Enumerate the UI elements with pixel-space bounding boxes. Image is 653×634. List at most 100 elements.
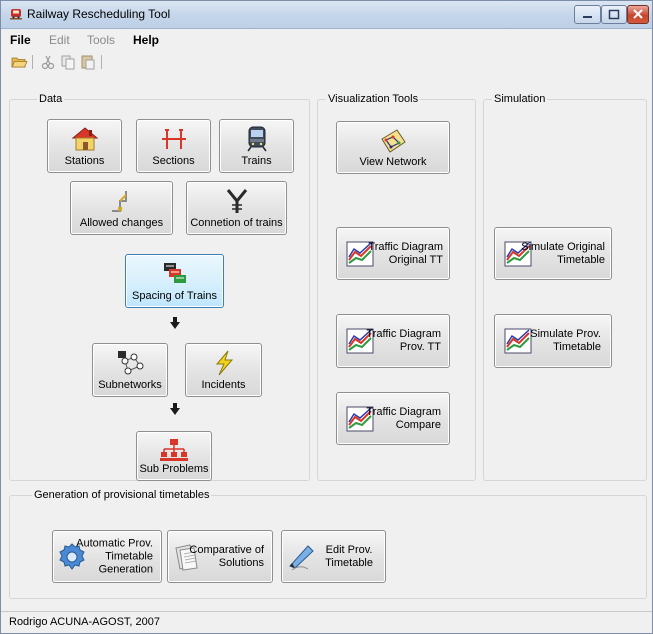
main-window: Railway Rescheduling Tool File Edit Tool… [0,0,653,634]
incidents-button[interactable]: Incidents [185,343,262,397]
trains-button[interactable]: Trains [219,119,294,173]
house-icon [71,127,98,151]
maximize-button[interactable] [601,5,627,24]
visualization-group: Visualization Tools View Network Traffic… [317,93,476,481]
window-title: Railway Rescheduling Tool [27,7,171,21]
minimize-button[interactable] [574,5,601,24]
paste-icon[interactable] [79,53,97,71]
view-network-button[interactable]: View Network [336,121,450,174]
lightning-icon [215,350,233,376]
stations-label: Stations [64,155,105,167]
edit-prov-timetable-label: Edit Prov. Timetable [325,544,373,570]
train-front-icon [246,126,267,152]
menu-help[interactable]: Help [133,33,159,47]
incidents-label: Incidents [201,379,246,391]
line-chart-icon [504,328,532,354]
client-area: Data Stations Sections Trains Allowed ch… [9,85,647,605]
sub-problems-button[interactable]: Sub Problems [136,431,212,481]
track-section-icon [161,129,186,149]
stations-button[interactable]: Stations [47,119,122,173]
label-line: Automatic Prov. [76,537,153,549]
label-line: Generation [98,563,153,575]
traffic-diagram-compare-button[interactable]: Traffic Diagram Compare [336,392,450,445]
label-line: Timetable [553,341,601,353]
visualization-group-title: Visualization Tools [326,93,421,105]
traffic-diagram-original-label: Traffic Diagram Original TT [368,241,443,267]
track-switch-icon [111,191,127,212]
data-group-title: Data [37,93,65,105]
spacing-of-trains-label: Spacing of Trains [132,290,217,302]
minimize-icon [583,16,592,18]
close-icon [633,9,643,19]
comparative-of-solutions-button[interactable]: Comparative of Solutions [167,530,273,583]
subnetworks-button[interactable]: Subnetworks [92,343,168,397]
connection-of-trains-button[interactable]: Connetion of trains [186,181,287,235]
edit-prov-timetable-button[interactable]: Edit Prov. Timetable [281,530,386,583]
label-line: Original TT [388,253,443,266]
label-line: Simulate Original [521,240,605,253]
edit-pencil-icon [289,544,314,570]
close-button[interactable] [627,5,649,24]
network-map-icon [381,129,406,153]
menu-bar: File Edit Tools Help [1,30,652,50]
label-line: Compare [395,418,441,431]
hierarchy-icon [160,439,188,461]
sub-problems-label: Sub Problems [139,463,209,475]
title-bar: Railway Rescheduling Tool [1,1,652,29]
allowed-changes-label: Allowed changes [79,217,164,229]
connection-of-trains-label: Connetion of trains [190,217,283,229]
sections-button[interactable]: Sections [136,119,211,173]
maximize-icon [608,9,620,20]
arrow-down-icon [170,403,180,415]
menu-edit[interactable]: Edit [49,33,70,47]
toolbar-separator [32,55,33,69]
allowed-changes-button[interactable]: Allowed changes [70,181,173,235]
network-graph-icon [118,351,144,375]
schedule-clock-icon [163,263,186,283]
cut-icon[interactable] [39,53,57,71]
label-line: Timetable [105,550,153,562]
label-line: Timetable [325,556,373,569]
label-line: Traffic Diagram [368,240,443,253]
traffic-diagram-compare-label: Traffic Diagram Compare [366,406,441,432]
label-line: Solutions [218,556,264,569]
automatic-prov-timetable-button[interactable]: Automatic Prov. Timetable Generation [52,530,162,583]
subnetworks-label: Subnetworks [98,379,162,391]
data-group: Data Stations Sections Trains Allowed ch… [9,93,310,481]
generation-group: Generation of provisional timetables Aut… [9,489,647,599]
label-line: Comparative of [189,543,264,556]
copy-icon[interactable] [59,53,77,71]
toolbar-separator [101,55,102,69]
menu-tools[interactable]: Tools [87,33,115,47]
automatic-prov-timetable-label: Automatic Prov. Timetable Generation [53,537,153,576]
arrow-down-icon [170,317,180,329]
train-icon [10,9,22,20]
generation-group-title: Generation of provisional timetables [32,489,212,501]
simulate-original-label: Simulate Original Timetable [521,241,605,267]
label-line: Simulate Prov. [530,328,601,340]
view-network-label: View Network [359,156,427,168]
status-bar: Rodrigo ACUNA-AGOST, 2007 [1,611,652,633]
label-line: Timetable [557,253,605,266]
traffic-diagram-original-button[interactable]: Traffic Diagram Original TT [336,227,450,280]
track-junction-icon [226,189,247,213]
sections-label: Sections [152,155,195,167]
label-line: Traffic Diagram [366,405,441,418]
toolbar [1,50,652,74]
status-text: Rodrigo ACUNA-AGOST, 2007 [9,616,161,628]
traffic-diagram-prov-label: Traffic Diagram Prov. TT [366,328,441,354]
label-line: Edit Prov. [325,543,373,556]
simulation-group-title: Simulation [492,93,548,105]
simulate-prov-label: Simulate Prov. Timetable [530,328,601,354]
comparative-of-solutions-label: Comparative of Solutions [189,544,264,570]
trains-label: Trains [241,155,272,167]
simulate-original-button[interactable]: Simulate Original Timetable [494,227,612,280]
traffic-diagram-prov-button[interactable]: Traffic Diagram Prov. TT [336,314,450,368]
simulation-group: Simulation Simulate Original Timetable S… [483,93,647,481]
simulate-prov-button[interactable]: Simulate Prov. Timetable [494,314,612,368]
label-line: Prov. TT [399,341,441,353]
menu-file[interactable]: File [10,33,31,47]
label-line: Traffic Diagram [366,328,441,340]
spacing-of-trains-button[interactable]: Spacing of Trains [125,254,224,308]
folder-open-icon[interactable] [10,53,28,71]
